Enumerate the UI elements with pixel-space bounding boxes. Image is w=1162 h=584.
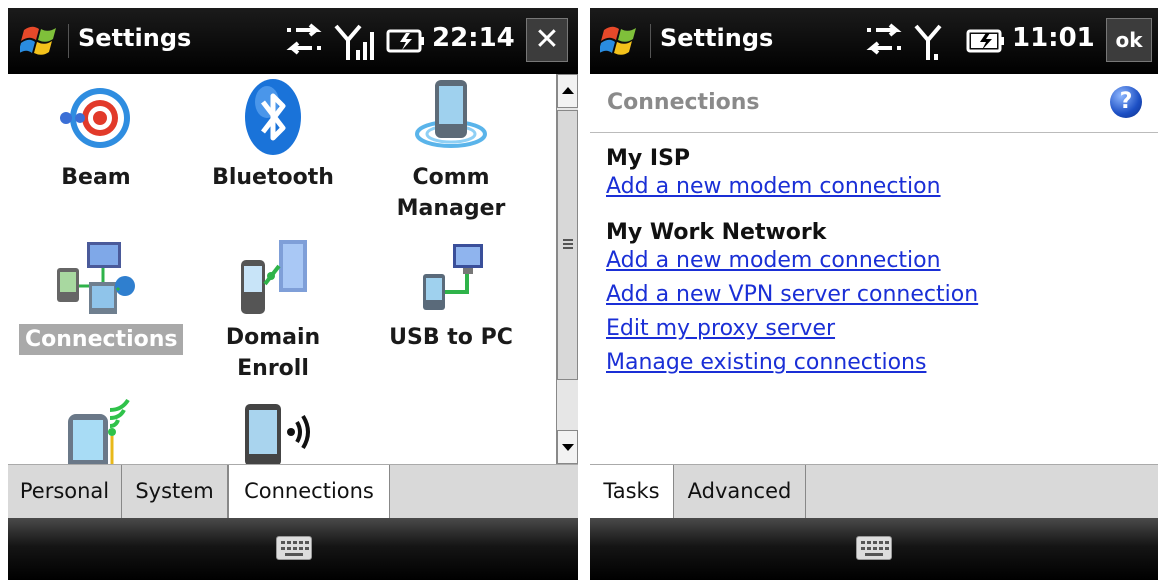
tab-personal[interactable]: Personal bbox=[8, 465, 122, 519]
settings-icon-grid: Beam Bluetooth Comm Manager Connections … bbox=[8, 74, 556, 464]
close-button[interactable]: ✕ bbox=[526, 18, 568, 62]
link-work-add-modem[interactable]: Add a new modem connection bbox=[606, 248, 941, 273]
tab-tasks[interactable]: Tasks bbox=[590, 465, 674, 519]
keyboard-icon[interactable] bbox=[276, 536, 312, 560]
link-work-edit-proxy[interactable]: Edit my proxy server bbox=[606, 316, 835, 341]
tile-domain-enroll[interactable]: Domain Enroll bbox=[188, 234, 358, 394]
title-separator bbox=[68, 24, 69, 58]
tab-bar: Personal System Connections bbox=[8, 464, 578, 519]
section-title-my-work-network: My Work Network bbox=[606, 220, 827, 245]
soft-key-bar bbox=[8, 518, 578, 580]
tile-wifi[interactable] bbox=[11, 394, 181, 464]
windows-start-icon[interactable] bbox=[600, 20, 642, 60]
wifi-icon bbox=[68, 398, 130, 464]
tile-bluetooth[interactable]: Bluetooth bbox=[188, 74, 358, 234]
ok-button[interactable]: ok bbox=[1106, 18, 1152, 62]
scroll-down-button[interactable] bbox=[557, 430, 578, 464]
tile-beam[interactable]: Beam bbox=[11, 74, 181, 234]
beam-icon bbox=[60, 88, 130, 148]
bluetooth-icon bbox=[245, 79, 301, 155]
vertical-scrollbar[interactable] bbox=[556, 74, 578, 464]
link-work-add-vpn[interactable]: Add a new VPN server connection bbox=[606, 282, 978, 307]
tile-comm-manager[interactable]: Comm Manager bbox=[366, 74, 536, 234]
wireless-manager-icon bbox=[245, 404, 310, 464]
tile-label: USB to PC bbox=[389, 325, 513, 350]
tile-label: Comm Manager bbox=[396, 165, 506, 221]
connections-icon bbox=[57, 242, 135, 314]
page-header: Connections ? bbox=[590, 74, 1158, 133]
tab-bar: Tasks Advanced bbox=[590, 464, 1158, 519]
tile-label: Domain Enroll bbox=[225, 325, 321, 381]
data-sync-icon bbox=[286, 23, 322, 55]
tile-usb-to-pc[interactable]: USB to PC bbox=[366, 234, 536, 394]
scroll-up-button[interactable] bbox=[557, 74, 578, 108]
usb-to-pc-icon bbox=[423, 244, 483, 310]
grip-icon bbox=[563, 239, 573, 249]
battery-charging-icon bbox=[386, 29, 424, 53]
settings-connections-screen: Settings 11:01 ok Connections ? My ISP A… bbox=[590, 8, 1158, 580]
settings-system-screen: Settings 22:14 ✕ Beam Bluetooth Comm Man… bbox=[8, 8, 578, 580]
title-bar: Settings 22:14 ✕ bbox=[8, 8, 578, 74]
keyboard-icon[interactable] bbox=[856, 536, 892, 560]
clock: 22:14 bbox=[432, 23, 515, 53]
comm-manager-icon bbox=[415, 80, 487, 148]
section-title-my-isp: My ISP bbox=[606, 146, 691, 171]
app-title: Settings bbox=[78, 24, 192, 52]
help-icon[interactable]: ? bbox=[1110, 86, 1142, 118]
page-title: Connections bbox=[607, 90, 760, 115]
windows-start-icon[interactable] bbox=[20, 20, 62, 60]
tile-label: Beam bbox=[61, 165, 131, 190]
arrow-up-icon bbox=[562, 87, 574, 94]
clock: 11:01 bbox=[1012, 23, 1095, 53]
link-work-manage-connections[interactable]: Manage existing connections bbox=[606, 350, 926, 375]
tab-connections[interactable]: Connections bbox=[228, 465, 390, 519]
tile-label: Bluetooth bbox=[212, 165, 334, 190]
tab-system[interactable]: System bbox=[122, 465, 228, 519]
title-separator bbox=[650, 24, 651, 58]
tile-wireless-manager[interactable] bbox=[188, 394, 358, 464]
signal-strength-icon bbox=[914, 24, 942, 60]
tab-advanced[interactable]: Advanced bbox=[674, 465, 806, 519]
battery-charging-icon bbox=[966, 29, 1004, 53]
soft-key-bar bbox=[590, 518, 1158, 580]
data-sync-icon bbox=[866, 23, 902, 55]
app-title: Settings bbox=[660, 24, 774, 52]
domain-enroll-icon bbox=[241, 240, 307, 314]
signal-strength-icon bbox=[334, 24, 374, 60]
link-isp-add-modem[interactable]: Add a new modem connection bbox=[606, 174, 941, 199]
title-bar: Settings 11:01 ok bbox=[590, 8, 1158, 74]
arrow-down-icon bbox=[562, 444, 574, 451]
tile-connections[interactable]: Connections bbox=[11, 234, 184, 394]
tile-label: Connections bbox=[19, 324, 184, 355]
scroll-thumb[interactable] bbox=[557, 110, 578, 380]
